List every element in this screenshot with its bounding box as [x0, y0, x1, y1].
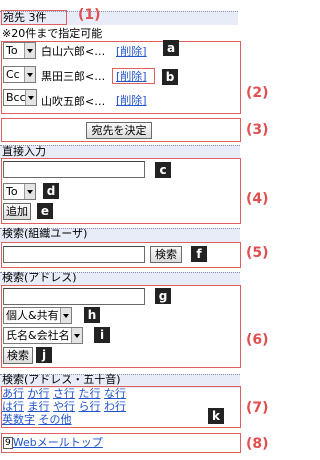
annotation-number-5: (5) [246, 245, 269, 261]
kana-link-ka[interactable]: か行 [28, 387, 50, 400]
webmail-top-link[interactable]: Webメールトップ [13, 436, 103, 449]
annotation-letter-g: g [155, 288, 171, 304]
chevron-down-icon [25, 90, 36, 105]
kana-link-ya[interactable]: や行 [53, 400, 75, 413]
direct-address-input[interactable] [3, 161, 145, 178]
kana-link-ha[interactable]: は行 [2, 400, 24, 413]
kana-row-2: は行 ま行 や行 ら行 わ行 [2, 400, 126, 414]
delete-recipient-link[interactable]: [削除] [116, 94, 147, 108]
annotation-box-1 [1, 10, 67, 25]
recipient-name: 山吹五郎<… [41, 95, 106, 108]
chevron-down-icon [71, 328, 82, 343]
annotation-letter-i: i [94, 327, 110, 343]
kana-row-1: あ行 か行 さ行 た行 な行 [2, 387, 126, 401]
annotation-letter-h: h [84, 307, 100, 323]
kana-link-a[interactable]: あ行 [2, 387, 24, 400]
chevron-down-icon [24, 67, 35, 82]
address-search-input[interactable] [3, 288, 145, 305]
kana-link-alnum[interactable]: 英数字 [2, 413, 35, 426]
annotation-letter-f: f [191, 246, 207, 262]
recipient-type-select-bcc[interactable]: Bcc [3, 89, 37, 106]
access-key-badge: 9 [3, 437, 13, 449]
kana-link-wa[interactable]: わ行 [104, 400, 126, 413]
direct-input-title: 直接入力 [2, 145, 46, 158]
annotation-number-2: (2) [246, 85, 269, 101]
kana-link-ma[interactable]: ま行 [28, 400, 50, 413]
annotation-number-1: (1) [78, 7, 101, 23]
kana-link-na[interactable]: な行 [104, 387, 126, 400]
annotation-letter-k: k [208, 408, 224, 424]
chevron-down-icon [60, 308, 71, 323]
recipient-type-select-to[interactable]: To [3, 42, 36, 59]
org-search-input[interactable] [3, 246, 145, 263]
delete-recipient-link[interactable]: [削除] [116, 45, 147, 59]
address-scope-select[interactable]: 個人&共有 [3, 307, 72, 324]
kana-link-sa[interactable]: さ行 [53, 387, 75, 400]
annotation-number-6: (6) [246, 332, 269, 348]
annotation-number-8: (8) [246, 436, 269, 452]
kana-row-3: 英数字 その他 [2, 413, 72, 427]
address-search-button[interactable]: 検索 [3, 347, 33, 364]
confirm-recipients-button[interactable]: 宛先を決定 [86, 122, 152, 139]
address-search-title: 検索(アドレス) [2, 271, 77, 284]
add-recipient-button[interactable]: 追加 [3, 203, 31, 220]
chevron-down-icon [24, 184, 35, 199]
recipient-name: 白山六郎<… [41, 45, 106, 58]
kana-link-ta[interactable]: た行 [79, 387, 101, 400]
annotation-letter-a: a [163, 40, 179, 56]
annotation-letter-e: e [37, 203, 53, 219]
kana-link-other[interactable]: その他 [39, 413, 72, 426]
direct-type-select[interactable]: To [3, 183, 36, 200]
annotation-letter-b: b [162, 69, 178, 85]
chevron-down-icon [24, 43, 35, 58]
annotation-box-b [112, 68, 155, 84]
org-search-title: 検索(組織ユーザ) [2, 227, 88, 240]
recipient-name: 黒田三郎<… [41, 70, 106, 83]
footer-link-row: 9 Webメールトップ [3, 436, 103, 450]
annotation-number-7: (7) [246, 400, 269, 416]
org-search-button[interactable]: 検索 [150, 246, 182, 263]
annotation-letter-c: c [155, 162, 171, 178]
annotation-letter-j: j [36, 347, 52, 363]
annotation-number-3: (3) [246, 122, 269, 138]
address-field-select[interactable]: 氏名&会社名 [3, 327, 83, 344]
kana-search-title: 検索(アドレス・五十音) [2, 373, 121, 386]
kana-link-ra[interactable]: ら行 [79, 400, 101, 413]
recipient-type-select-cc[interactable]: Cc [3, 66, 36, 83]
recipients-limit-note: ※20件まで指定可能 [2, 27, 103, 40]
annotation-number-4: (4) [246, 191, 269, 207]
annotation-letter-d: d [43, 183, 59, 199]
